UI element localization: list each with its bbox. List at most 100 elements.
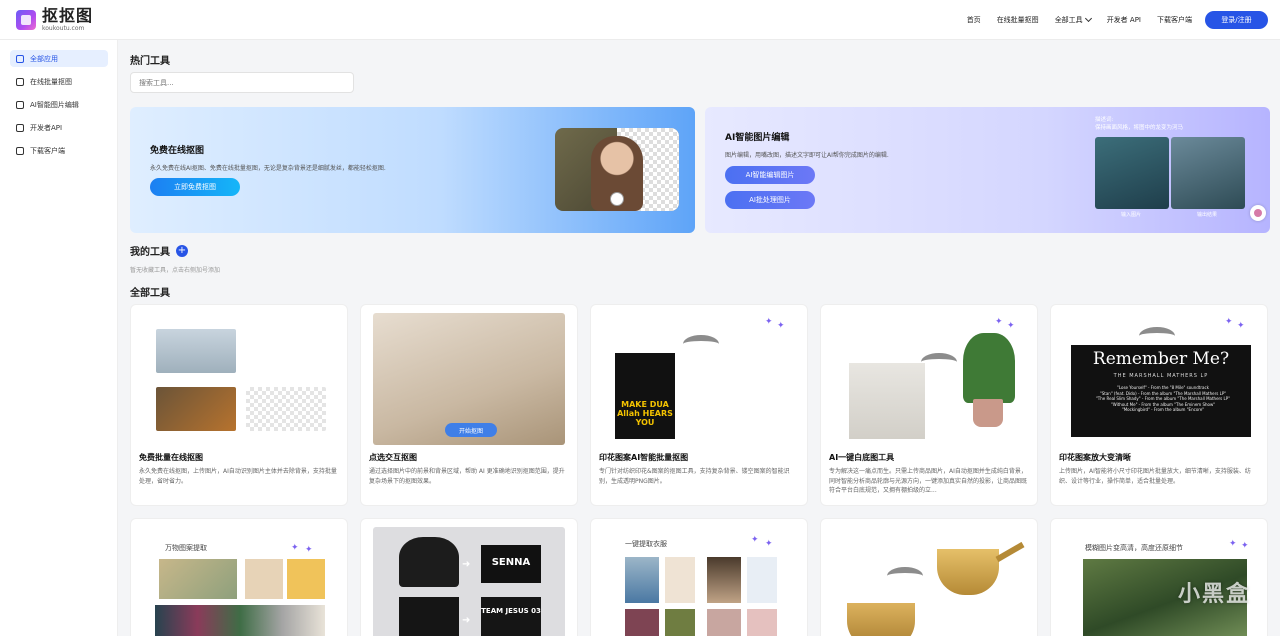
banner-ai-edit[interactable]: AI智能图片编辑 图片编辑，用嘴改图，描述文字即可让AI帮你完成图片的编辑. A… — [705, 107, 1270, 233]
tool-card-print-matting[interactable]: MAKE DUA Allah HEARS YOU ✦ ✦ 印花图案AI智能批量抠… — [590, 304, 808, 506]
banner-free-matting[interactable]: 免费在线抠图 永久免费在线AI抠图、免费在线批量抠图，无论是复杂背景还是细腻发丝… — [130, 107, 695, 233]
ai-batch-button[interactable]: AI批处理图片 — [725, 191, 815, 209]
arrow-icon — [683, 335, 719, 353]
art-line: "The Real Slim Shady" - From the album "… — [1095, 396, 1231, 402]
my-tools-header: 我的工具 + — [130, 243, 188, 258]
api-icon — [16, 123, 24, 132]
sidebar-item-batch-matting[interactable]: 在线批量抠图 — [10, 73, 108, 90]
card-title: AI一键白底图工具 — [829, 453, 895, 462]
card-desc: 专门针对纺织印花&图案的抠图工具，支持复杂背景、镂空图案的智能识别，生成透明PN… — [599, 468, 790, 485]
sidebar-item-label: 全部应用 — [30, 54, 58, 63]
sparkle-icon: ✦ — [751, 535, 759, 545]
banner-desc: 图片编辑，用嘴改图，描述文字即可让AI帮你完成图片的编辑. — [725, 152, 889, 159]
nav-developer-api[interactable]: 开发者 API — [1107, 15, 1141, 25]
sparkle-icon: ✦ — [1241, 541, 1249, 551]
sidebar-item-developer-api[interactable]: 开发者API — [10, 119, 108, 136]
start-matting-overlay-button[interactable]: 开始抠图 — [445, 423, 497, 437]
start-free-matting-button[interactable]: 立即免费抠图 — [150, 178, 240, 196]
tool-card-pattern-extract[interactable]: 万物图案提取 ✦ ✦ — [130, 518, 348, 636]
tool-card-click-matting[interactable]: 开始抠图 点选交互抠图 通过选择图片中的前景和背景区域，帮助 AI 更准确地识别… — [360, 304, 578, 506]
my-tools-empty-tip: 暂无收藏工具，点击右侧加号添加 — [130, 267, 221, 274]
card-image: Remember Me? THE MARSHALL MATHERS LP "Lo… — [1059, 313, 1259, 445]
card-inner-label: 万物图案提取 — [165, 544, 207, 552]
sparkle-icon: ✦ — [1225, 317, 1233, 327]
nav-download-client[interactable]: 下载客户端 — [1157, 15, 1192, 25]
main-content: 热门工具 免费在线抠图 永久免费在线AI抠图、免费在线批量抠图，无论是复杂背景还… — [118, 40, 1280, 636]
top-bar: 抠抠图 koukoutu.com 首页 在线批量抠图 全部工具 开发者 API … — [0, 0, 1280, 40]
main-nav: 首页 在线批量抠图 全部工具 开发者 API 下载客户端 — [967, 0, 1192, 40]
sparkle-icon: ✦ — [765, 317, 773, 327]
section-title-hot: 热门工具 — [130, 56, 170, 67]
tool-card-extract-clothes[interactable]: 一键提取衣服 ✦ ✦ — [590, 518, 808, 636]
ai-prompt-caption: 描述词: 保持画面风格，将图中的龙变为河马 — [1095, 117, 1183, 132]
tool-card-product-cutout[interactable] — [820, 518, 1038, 636]
card-image: 一键提取衣服 ✦ ✦ — [599, 527, 799, 636]
card-title: 印花图案AI智能批量抠图 — [599, 453, 689, 462]
tool-card-batch-matting[interactable]: 免费批量在线抠图 永久免费在线抠图，上传图片，AI自动识别图片主体并去除背景，支… — [130, 304, 348, 506]
card-image: ✦ ✦ — [829, 313, 1029, 445]
search-input[interactable] — [130, 72, 354, 93]
sidebar: 全部应用 在线批量抠图 AI智能图片编辑 开发者API 下载客户端 — [0, 40, 118, 636]
banner-title: AI智能图片编辑 — [725, 133, 790, 143]
sidebar-item-download[interactable]: 下载客户端 — [10, 142, 108, 159]
card-image: MAKE DUA Allah HEARS YOU ✦ ✦ — [599, 313, 799, 445]
card-desc: 专为解决这一痛点而生。只需上传商品图片，AI自动抠图并生成纯白背景，同时智能分析… — [829, 468, 1028, 495]
art-text: SENNA — [491, 557, 531, 568]
login-button[interactable]: 登录/注册 — [1205, 11, 1268, 29]
download-icon — [16, 146, 24, 155]
art-subtitle: THE MARSHALL MATHERS LP — [1113, 373, 1209, 379]
sparkle-icon: ✦ — [995, 317, 1003, 327]
arrow-icon — [921, 353, 957, 371]
transparent-preview — [246, 329, 326, 373]
add-tool-icon[interactable]: + — [176, 244, 188, 257]
card-title: 印花图案放大变清晰 — [1059, 453, 1131, 462]
tool-card-white-background[interactable]: ✦ ✦ AI一键白底图工具 专为解决这一痛点而生。只需上传商品图片，AI自动抠图… — [820, 304, 1038, 506]
card-inner-label: 模糊图片变高清，高度还原细节 — [1085, 544, 1183, 552]
art-title: Remember Me? — [1092, 349, 1230, 369]
logo-domain: koukoutu.com — [42, 25, 85, 32]
sparkle-icon: ✦ — [765, 539, 773, 549]
tool-card-apparel-print[interactable]: SENNA TEAM JESUS 03 ➜ ➜ — [360, 518, 578, 636]
logo[interactable]: 抠抠图 koukoutu.com — [16, 8, 93, 32]
art-text: TEAM JESUS 03 — [481, 607, 541, 615]
card-inner-label: 一键提取衣服 — [625, 540, 667, 548]
nav-home[interactable]: 首页 — [967, 15, 981, 25]
sparkle-icon: ✦ — [1229, 539, 1237, 549]
arrow-right-icon: ➜ — [462, 615, 471, 626]
sidebar-item-ai-edit[interactable]: AI智能图片编辑 — [10, 96, 108, 113]
sparkle-icon: ✦ — [1237, 321, 1245, 331]
chevron-down-icon — [1084, 14, 1092, 23]
ai-edit-image-button[interactable]: AI智能编辑图片 — [725, 166, 815, 184]
card-desc: 通过选择图片中的前景和背景区域，帮助 AI 更准确地识别抠图范围，提升复杂场景下… — [369, 468, 565, 485]
prompt-label: 描述词: — [1095, 117, 1114, 123]
assistant-icon[interactable] — [1250, 205, 1266, 221]
sidebar-item-label: 开发者API — [30, 123, 63, 132]
input-image — [1095, 137, 1169, 209]
section-title-my-tools: 我的工具 — [130, 247, 170, 258]
card-desc: 上传图片，AI智能将小尺寸印花图片批量放大，细节清晰，支持服装、纺织、设计等行业… — [1059, 468, 1251, 485]
sidebar-item-label: 下载客户端 — [30, 146, 65, 155]
card-desc: 永久免费在线抠图，上传图片，AI自动识别图片主体并去除背景，支持批量处理，省时省… — [139, 468, 337, 485]
apps-icon — [16, 54, 24, 63]
before-after-image — [555, 128, 679, 211]
art-line: "Mockingbird" - From the album "Encore" — [1121, 407, 1205, 413]
sidebar-item-label: 在线批量抠图 — [30, 77, 72, 86]
card-image — [829, 527, 1029, 636]
nav-all-tools[interactable]: 全部工具 — [1054, 14, 1092, 25]
arrow-icon — [1139, 327, 1175, 345]
banner-desc: 永久免费在线AI抠图、免费在线批量抠图，无论是复杂背景还是细腻发丝，都能轻松抠图… — [150, 165, 386, 172]
prompt-text: 保持画面风格，将图中的龙变为河马 — [1095, 124, 1184, 131]
card-title: 免费批量在线抠图 — [139, 453, 203, 462]
output-image — [1171, 137, 1245, 209]
tool-card-print-upscale[interactable]: Remember Me? THE MARSHALL MATHERS LP "Lo… — [1050, 304, 1268, 506]
nav-all-tools-label: 全部工具 — [1054, 16, 1083, 24]
card-title: 点选交互抠图 — [369, 453, 417, 462]
sidebar-item-all-apps[interactable]: 全部应用 — [10, 50, 108, 67]
compare-handle-icon[interactable] — [610, 192, 624, 206]
output-image-label: 输出结果 — [1197, 212, 1218, 218]
edit-icon — [16, 100, 24, 109]
arrow-right-icon: ➜ — [462, 559, 471, 570]
card-image: 开始抠图 — [373, 313, 565, 445]
nav-batch-matting[interactable]: 在线批量抠图 — [997, 15, 1039, 25]
print-art-text: MAKE DUA Allah HEARS YOU — [617, 400, 673, 427]
